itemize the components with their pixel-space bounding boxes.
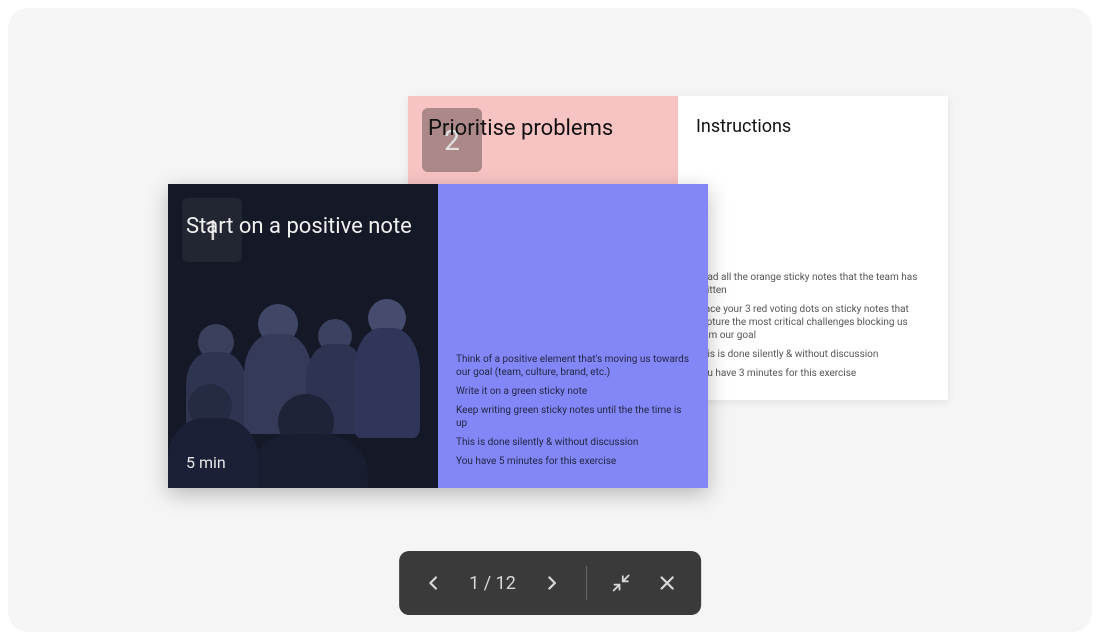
close-icon [656, 572, 678, 594]
list-item: Read all the orange sticky notes that th… [696, 271, 930, 297]
list-item: This is done silently & without discussi… [456, 436, 690, 449]
slide-2-instructions-heading: Instructions [696, 116, 930, 137]
list-item: Write it on a green sticky note [456, 385, 690, 398]
slide-1-instructions-list: Think of a positive element that's movin… [456, 353, 690, 474]
list-item: You have 3 minutes for this exercise [696, 367, 930, 380]
next-button[interactable] [532, 563, 572, 603]
exit-fullscreen-button[interactable] [601, 563, 641, 603]
page-separator: / [479, 573, 495, 594]
slide-1[interactable]: 1 Start on a positive note 5 min Think o… [168, 184, 708, 488]
slide-2-right-panel: Instructions Read all the orange sticky … [678, 96, 948, 400]
close-button[interactable] [647, 563, 687, 603]
toolbar-divider [586, 566, 587, 600]
slide-1-right-panel: Think of a positive element that's movin… [438, 184, 708, 488]
slide-2-instructions-list: Read all the orange sticky notes that th… [696, 271, 930, 386]
minimize-icon [611, 573, 631, 593]
slide-2-title: Prioritise problems [428, 116, 660, 141]
page-indicator: 1 / 12 [459, 573, 526, 594]
slide-1-time-label: 5 min [186, 453, 226, 472]
slide-1-left-panel: 1 Start on a positive note 5 min [168, 184, 438, 488]
list-item: This is done silently & without discussi… [696, 348, 930, 361]
list-item: Place your 3 red voting dots on sticky n… [696, 303, 930, 342]
presentation-toolbar: 1 / 12 [399, 551, 701, 615]
list-item: You have 5 minutes for this exercise [456, 455, 690, 468]
prev-button[interactable] [413, 563, 453, 603]
total-pages: 12 [496, 573, 516, 594]
chevron-left-icon [422, 572, 444, 594]
slide-1-title: Start on a positive note [186, 212, 420, 242]
presentation-canvas[interactable]: 2 Prioritise problems Instructions Read … [8, 8, 1092, 632]
current-page: 1 [469, 573, 479, 594]
list-item: Think of a positive element that's movin… [456, 353, 690, 379]
chevron-right-icon [541, 572, 563, 594]
list-item: Keep writing green sticky notes until th… [456, 404, 690, 430]
